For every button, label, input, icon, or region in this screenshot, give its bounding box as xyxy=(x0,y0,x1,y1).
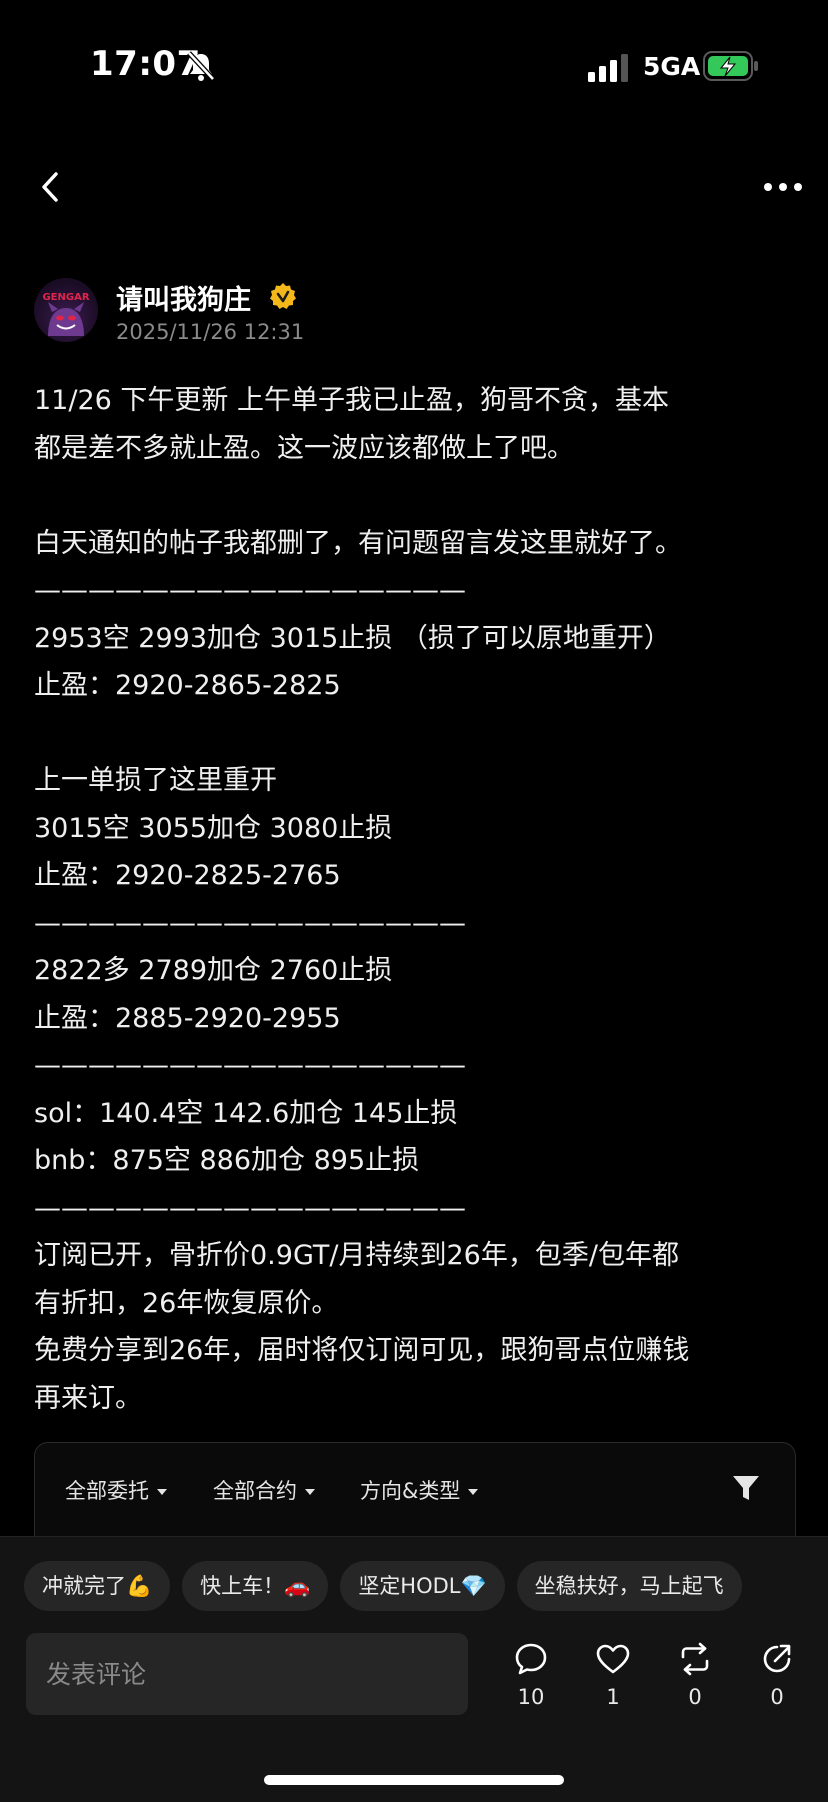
post-body: 11/26 下午更新 上午单子我已止盈，狗哥不贪，基本 都是差不多就止盈。这一波… xyxy=(34,377,804,1422)
comment-input[interactable] xyxy=(26,1633,468,1715)
caret-down-icon xyxy=(157,1489,167,1495)
filter-direction-type[interactable]: 方向&类型 xyxy=(360,1475,479,1505)
post-line: 都是差不多就止盈。这一波应该都做上了吧。 xyxy=(34,432,574,464)
comment-field[interactable] xyxy=(26,1633,468,1715)
battery-charging-icon xyxy=(703,51,758,81)
status-time: 17:07 xyxy=(90,44,201,84)
repost-button[interactable]: 0 xyxy=(660,1641,730,1709)
gengar-avatar-image: GENGAR xyxy=(42,292,90,336)
svg-text:GENGAR: GENGAR xyxy=(42,292,89,303)
repost-icon xyxy=(681,1642,709,1676)
shares-count: 0 xyxy=(770,1685,784,1709)
quick-reply-chips: 冲就完了💪 快上车！🚗 坚定HODL💎 坐稳扶好，马上起飞 xyxy=(24,1561,828,1613)
heart-icon xyxy=(596,1644,630,1674)
filter-label: 方向&类型 xyxy=(360,1479,461,1503)
post-line: 2953空 2993加仓 3015止损 （损了可以原地重开） xyxy=(34,622,671,654)
home-indicator[interactable] xyxy=(264,1775,564,1785)
caret-down-icon xyxy=(468,1489,479,1495)
post-line: 再来订。 xyxy=(34,1382,142,1414)
bell-muted-icon xyxy=(187,51,215,81)
quick-reply-chip[interactable]: 坐稳扶好，马上起飞 xyxy=(516,1561,742,1611)
filter-all-contracts[interactable]: 全部合约 xyxy=(213,1475,315,1505)
post-line: 订阅已开，骨折价0.9GT/月持续到26年，包季/包年都 xyxy=(34,1240,679,1271)
quick-reply-chip[interactable]: 坚定HODL💎 xyxy=(340,1561,505,1611)
share-button[interactable]: 0 xyxy=(742,1641,812,1709)
share-arrow-icon xyxy=(763,1644,791,1673)
post-timestamp: 2025/11/26 12:31 xyxy=(116,320,305,344)
post-divider-line: ———————————————— xyxy=(34,1192,466,1224)
post-line: 11/26 下午更新 上午单子我已止盈，狗哥不贪，基本 xyxy=(34,385,669,416)
post-line: 止盈：2920-2825-2765 xyxy=(34,860,341,891)
post-line xyxy=(34,472,804,520)
filter-label: 全部委托 xyxy=(65,1479,149,1503)
post-line: 上一单损了这里重开 xyxy=(34,765,277,796)
post-line: sol：140.4空 142.6加仓 145止损 xyxy=(34,1097,458,1129)
author-name[interactable]: 请叫我狗庄 xyxy=(116,278,251,317)
quick-reply-chip[interactable]: 快上车！🚗 xyxy=(182,1561,329,1611)
reposts-count: 0 xyxy=(688,1685,702,1709)
post-line: 止盈：2920-2865-2825 xyxy=(34,670,341,701)
network-label: 5GA xyxy=(643,52,701,81)
quick-reply-chip[interactable]: 冲就完了💪 xyxy=(24,1561,171,1611)
status-bar: 17:07 5GA xyxy=(0,0,828,120)
comments-count: 10 xyxy=(517,1685,545,1709)
bottom-comment-panel: 冲就完了💪快上车！🚗坚定HODL💎坐稳扶好，马上起飞 10 1 0 0 xyxy=(0,1536,828,1802)
post-line: 3015空 3055加仓 3080止损 xyxy=(34,812,393,844)
post-line: 免费分享到26年，届时将仅订阅可见，跟狗哥点位赚钱 xyxy=(34,1335,690,1366)
top-navigation xyxy=(0,150,828,220)
like-button[interactable]: 1 xyxy=(578,1641,648,1709)
cellular-signal-icon xyxy=(588,54,628,82)
post-line: bnb：875空 886加仓 895止损 xyxy=(34,1145,420,1176)
filter-funnel-icon[interactable] xyxy=(731,1473,761,1503)
verified-badge-icon xyxy=(270,283,296,309)
filter-label: 全部合约 xyxy=(213,1479,297,1503)
post-divider-line: ———————————————— xyxy=(34,575,466,606)
more-options-icon[interactable] xyxy=(762,180,804,194)
post-line xyxy=(34,710,804,758)
post-line: 止盈：2885-2920-2955 xyxy=(34,1002,341,1034)
author-avatar[interactable]: GENGAR xyxy=(34,278,98,342)
back-chevron-icon[interactable] xyxy=(36,170,64,204)
caret-down-icon xyxy=(305,1489,315,1495)
comment-bubble-icon xyxy=(515,1643,547,1675)
post-line: 2822多 2789加仓 2760止损 xyxy=(34,955,393,986)
post-divider-line: ———————————————— xyxy=(34,907,466,939)
comments-button[interactable]: 10 xyxy=(496,1641,566,1709)
likes-count: 1 xyxy=(606,1685,620,1709)
post-line: 有折扣，26年恢复原价。 xyxy=(34,1287,339,1319)
post-divider-line: ———————————————— xyxy=(34,1050,466,1081)
filter-all-orders[interactable]: 全部委托 xyxy=(65,1475,167,1505)
post-line: 白天通知的帖子我都删了，有问题留言发这里就好了。 xyxy=(34,527,682,559)
